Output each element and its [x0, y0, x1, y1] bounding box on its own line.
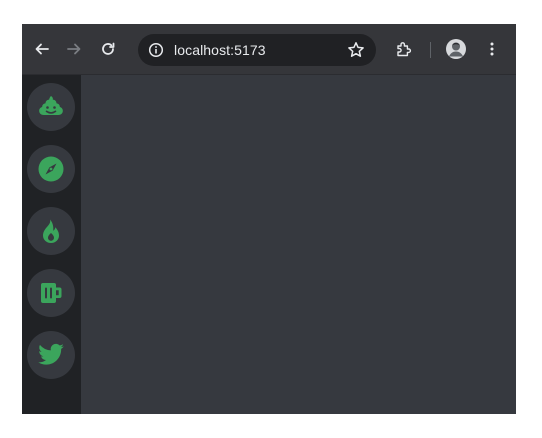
beer-mug-icon [41, 283, 62, 303]
profile-button[interactable] [442, 35, 470, 63]
sidebar-item-fire[interactable] [27, 207, 75, 255]
reload-icon [102, 42, 115, 55]
info-circle-icon [148, 42, 164, 58]
back-button[interactable] [28, 35, 56, 63]
reload-button[interactable] [94, 35, 122, 63]
main-content-area [81, 75, 516, 414]
sidebar-item-poop[interactable] [27, 83, 75, 131]
toolbar-separator [430, 42, 431, 58]
arrow-left-icon [35, 43, 49, 55]
extensions-button[interactable] [390, 35, 418, 63]
sidebar-item-twitter[interactable] [27, 331, 75, 379]
url-text[interactable]: localhost:5173 [174, 42, 266, 58]
site-info-button[interactable] [146, 40, 166, 60]
twitter-bird-icon [38, 343, 64, 365]
forward-button[interactable] [60, 35, 88, 63]
sidebar [22, 75, 81, 414]
bookmark-button[interactable] [344, 38, 368, 62]
sidebar-item-compass[interactable] [27, 145, 75, 193]
arrow-right-icon [67, 43, 81, 55]
kebab-menu-icon [490, 42, 494, 56]
compass-icon [38, 156, 64, 182]
address-bar[interactable]: localhost:5173 [138, 34, 376, 66]
poop-icon [39, 96, 63, 115]
star-icon [348, 42, 364, 57]
browser-menu-button[interactable] [478, 35, 506, 63]
fire-icon [43, 219, 59, 243]
avatar-icon [446, 39, 466, 59]
sidebar-item-beer[interactable] [27, 269, 75, 317]
browser-toolbar: localhost:5173 [22, 24, 516, 75]
puzzle-icon [397, 42, 412, 57]
browser-window: localhost:5173 [22, 24, 516, 414]
